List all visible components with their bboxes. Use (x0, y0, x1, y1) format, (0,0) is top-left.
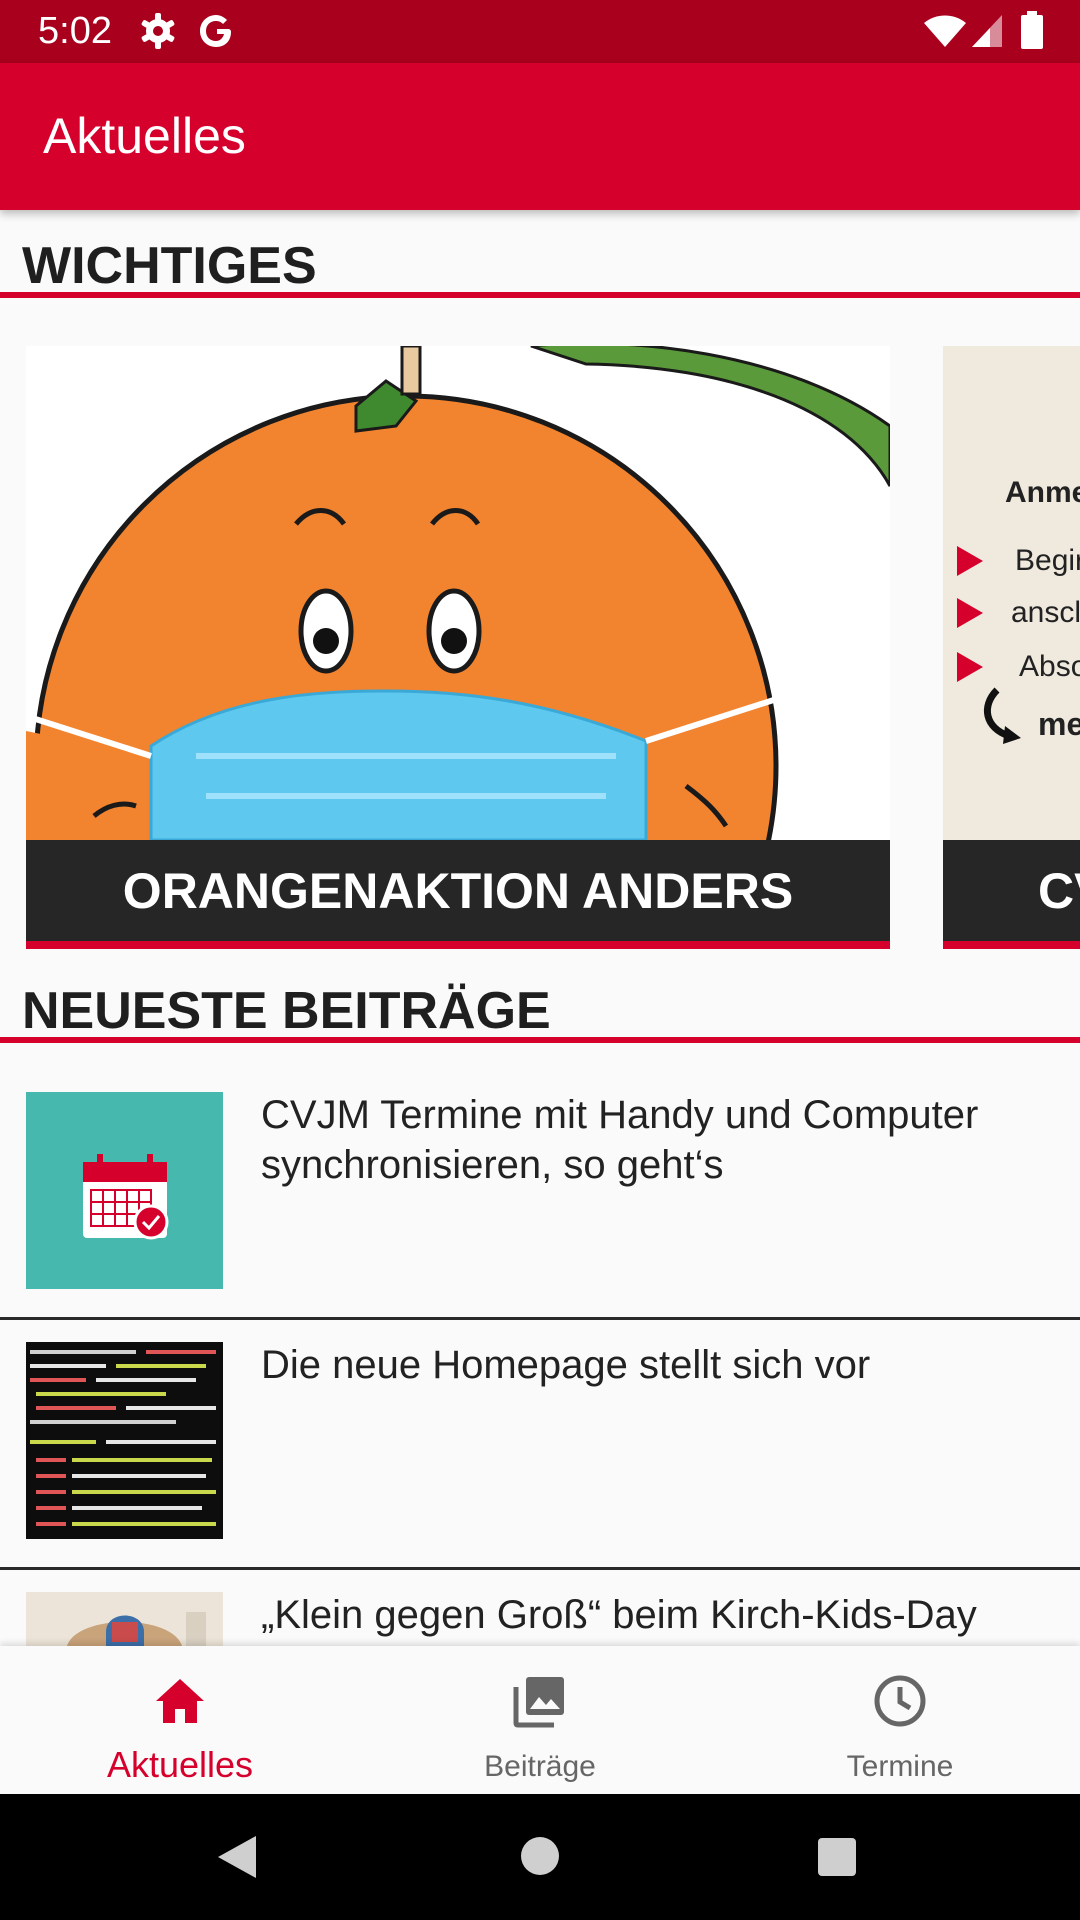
post-thumbnail (26, 1092, 223, 1289)
nav-label: Beiträge (484, 1750, 596, 1783)
list-item[interactable]: Die neue Homepage stellt sich vor (0, 1320, 1080, 1570)
calendar-icon (83, 1154, 169, 1240)
card-image-text: Anme (1005, 476, 1080, 509)
card-image-text: Abso (1019, 650, 1080, 683)
bullet-arrow-icon (957, 652, 983, 682)
battery-icon (1021, 11, 1043, 49)
settings-icon (141, 13, 175, 49)
post-title: CVJM Termine mit Handy und Computer sync… (261, 1093, 979, 1187)
section-title-newest: NEUESTE BEITRÄGE (22, 982, 551, 1040)
app-bar-title: Aktuelles (43, 108, 246, 164)
post-thumbnail (26, 1342, 223, 1539)
section-divider (0, 1037, 1080, 1043)
card-caption: CV (943, 840, 1080, 941)
status-time: 5:02 (38, 10, 112, 52)
google-icon (200, 15, 231, 47)
nav-label: Aktuelles (106, 1744, 254, 1785)
card-image (26, 346, 890, 941)
home-circle-icon[interactable] (519, 1835, 561, 1877)
status-bar: 5:02 (0, 0, 1080, 63)
bullet-arrow-icon (957, 598, 983, 628)
photo-library-icon (513, 1677, 564, 1728)
code-screen-image (30, 1350, 216, 1526)
app-bar: Aktuelles (0, 63, 1080, 210)
signal-icon (972, 15, 1002, 47)
section-divider (0, 292, 1080, 298)
nav-item-aktuelles[interactable]: Aktuelles (0, 1646, 360, 1794)
card-image: Anme Begir anscl Abso me (943, 346, 1080, 840)
card-image-text: anscl (1011, 596, 1080, 629)
curved-arrow-icon (984, 687, 1021, 744)
section-title-important: WICHTIGES (22, 237, 317, 295)
list-item[interactable]: CVJM Termine mit Handy und Computer sync… (0, 1070, 1080, 1320)
card-caption: ORANGENAKTION ANDERS (26, 840, 890, 941)
back-icon[interactable] (216, 1834, 258, 1880)
card-image-text: me (1038, 706, 1080, 742)
wifi-icon (924, 15, 966, 47)
card-image-text: Begir (1015, 544, 1080, 577)
carousel-card[interactable]: ORANGENAKTION ANDERS (26, 346, 890, 949)
system-navigation-bar (0, 1794, 1080, 1920)
nav-label: Termine (846, 1750, 954, 1783)
clock-icon (874, 1675, 926, 1727)
bullet-arrow-icon (957, 546, 983, 576)
post-title: „Klein gegen Groß“ beim Kirch-Kids-Day (261, 1593, 977, 1637)
carousel-card[interactable]: Anme Begir anscl Abso me CV (943, 346, 1080, 949)
recents-icon[interactable] (816, 1836, 858, 1878)
nav-item-termine[interactable]: Termine (720, 1646, 1080, 1794)
bottom-navigation: Aktuelles Beiträge Termine (0, 1646, 1080, 1794)
home-icon (156, 1679, 204, 1723)
nav-item-beitraege[interactable]: Beiträge (360, 1646, 720, 1794)
post-title: Die neue Homepage stellt sich vor (261, 1343, 871, 1387)
